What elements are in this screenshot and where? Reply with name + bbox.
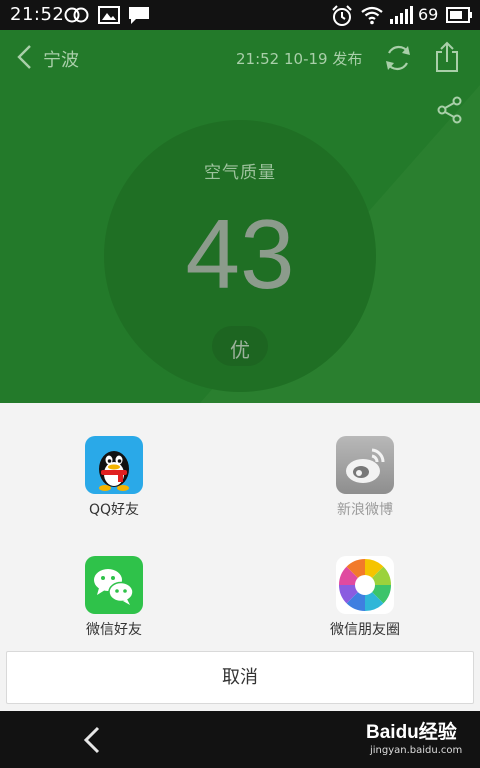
upload-share-icon[interactable]: [434, 41, 460, 73]
baidu-jingyan-watermark: Baidu经验 jingyan.baidu.com: [362, 717, 477, 767]
nav-back-icon[interactable]: [80, 725, 104, 755]
qq-icon: [85, 436, 143, 494]
wifi-icon: [361, 6, 383, 25]
image-notification-icon: [98, 6, 120, 24]
aqi-value: 43: [185, 199, 295, 309]
publish-time: 21:52 10-19 发布: [236, 50, 363, 68]
wechat-moments-icon: [336, 556, 394, 614]
share-sina-weibo[interactable]: 新浪微博: [305, 436, 425, 519]
message-notification-icon: [129, 7, 149, 24]
watermark-url: jingyan.baidu.com: [370, 745, 463, 756]
signal-icon: [390, 6, 413, 24]
status-time: 21:52: [10, 4, 65, 25]
app-header: 宁波 21:52 10-19 发布: [0, 30, 480, 86]
back-icon[interactable]: [14, 44, 36, 70]
aqi-label: 空气质量: [204, 163, 276, 183]
battery-icon: [446, 7, 472, 23]
aqi-level: 优: [230, 338, 250, 362]
share-item-label: 微信朋友圈: [330, 622, 400, 638]
share-item-label: 微信好友: [86, 622, 142, 638]
share-item-label: QQ好友: [88, 502, 140, 518]
watermark-brand: Baidu经验: [366, 722, 457, 743]
share-sheet: QQ好友 新浪微博 微信好友 微信朋友圈 取消: [0, 403, 480, 711]
navigation-bar: Baidu经验 jingyan.baidu.com: [0, 711, 480, 768]
link-icon: [64, 7, 89, 23]
cancel-button[interactable]: 取消: [6, 651, 474, 704]
share-wechat-friends[interactable]: 微信好友: [54, 556, 174, 639]
wechat-icon: [85, 556, 143, 614]
city-name: 宁波: [43, 50, 79, 71]
status-bar: 21:52 69: [0, 0, 480, 30]
share-icon[interactable]: [437, 96, 463, 124]
alarm-icon: [332, 5, 352, 26]
share-wechat-moments[interactable]: 微信朋友圈: [305, 556, 425, 639]
weibo-icon: [336, 436, 394, 494]
share-item-label: 新浪微博: [337, 502, 393, 518]
share-qq-friends[interactable]: QQ好友: [54, 436, 174, 519]
battery-level: 69: [418, 5, 439, 24]
refresh-icon[interactable]: [383, 43, 413, 73]
